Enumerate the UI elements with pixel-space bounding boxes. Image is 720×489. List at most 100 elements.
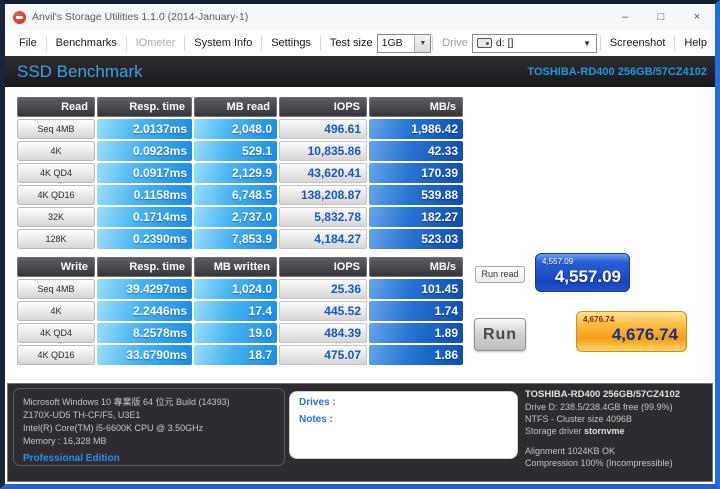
- row-label: 32K: [17, 207, 95, 227]
- system-info-group: Microsoft Windows 10 專業版 64 位元 Build (14…: [13, 388, 285, 466]
- iops-value: 496.61: [279, 119, 367, 139]
- total-score-small: 4,676.74: [583, 315, 615, 324]
- menu-screenshot[interactable]: Screenshot: [602, 37, 674, 49]
- drive-info-block: TOSHIBA-RD400 256GB/57CZ4102 Drive D: 23…: [525, 389, 680, 469]
- main-area: Read Resp. time MB read IOPS MB/s Seq 4M…: [5, 87, 715, 422]
- mbs-header: MB/s: [369, 97, 463, 117]
- mb-read-value: 6,748.5: [194, 185, 277, 205]
- mb-read-value: 2,129.9: [194, 163, 277, 183]
- storage-driver-line: Storage driver stornvme: [525, 425, 680, 437]
- mb-written-value: 1,024.0: [194, 279, 277, 299]
- mbs-value: 170.39: [369, 163, 463, 183]
- row-label: 4K QD16: [17, 185, 95, 205]
- device-name: TOSHIBA-RD400 256GB/57CZ4102: [527, 65, 707, 78]
- resp-time-value: 0.0923ms: [97, 141, 192, 161]
- compression-line: Compression 100% (Incompressible): [525, 458, 673, 468]
- board-line: Z170X-UD5 TH-CF/F5, U3E1: [23, 410, 141, 420]
- run-button[interactable]: Run: [474, 318, 526, 351]
- row-label: 4K: [17, 141, 95, 161]
- row-label: 4K QD4: [17, 163, 95, 183]
- resp-time-value: 0.0917ms: [97, 163, 192, 183]
- menu-help[interactable]: Help: [676, 37, 715, 49]
- menu-separator: [261, 35, 263, 51]
- footer-panel: Microsoft Windows 10 專業版 64 位元 Build (14…: [7, 383, 713, 482]
- run-read-button[interactable]: Run read: [475, 266, 525, 283]
- menu-separator: [599, 35, 601, 51]
- menu-settings[interactable]: Settings: [263, 37, 319, 49]
- iops-header: IOPS: [279, 257, 367, 277]
- resp-time-value: 8.2578ms: [97, 323, 192, 343]
- chevron-down-icon: ▼: [583, 38, 591, 48]
- drive-value: d: []: [495, 37, 514, 49]
- menu-separator: [319, 35, 321, 51]
- maximize-button[interactable]: □: [643, 4, 679, 30]
- read-header-cell: Read: [17, 97, 95, 117]
- drive-capacity-line: Drive D: 238.5/238.4GB free (99.9%): [525, 402, 673, 412]
- app-icon: [13, 10, 26, 24]
- row-label: Seq 4MB: [17, 279, 95, 299]
- mbs-value: 1,986.42: [369, 119, 463, 139]
- minimize-button[interactable]: –: [607, 4, 643, 30]
- mb-read-value: 529.1: [194, 141, 277, 161]
- mb-written-value: 19.0: [194, 323, 277, 343]
- read-score-small: 4,557.09: [542, 257, 574, 266]
- resp-time-value: 0.1714ms: [97, 207, 192, 227]
- menu-separator: [45, 35, 47, 51]
- iops-value: 138,208.87: [279, 185, 367, 205]
- drive-info-title: TOSHIBA-RD400 256GB/57CZ4102: [525, 389, 681, 400]
- iops-value: 5,832.78: [279, 207, 367, 227]
- storage-driver-value: stornvme: [584, 426, 625, 436]
- window-title: Anvil's Storage Utilities 1.1.0 (2014-Ja…: [32, 11, 249, 23]
- notes-label: Notes :: [299, 414, 333, 425]
- mbs-value: 42.33: [369, 141, 463, 161]
- mb-read-value: 2,048.0: [194, 119, 277, 139]
- app-window: Anvil's Storage Utilities 1.1.0 (2014-Ja…: [0, 0, 720, 489]
- menu-separator: [125, 35, 127, 51]
- filesystem-line: NTFS - Cluster size 4096B: [525, 414, 633, 424]
- menu-separator: [674, 35, 676, 51]
- write-table: Write Resp. time MB written IOPS MB/s Se…: [17, 257, 463, 365]
- menu-benchmarks[interactable]: Benchmarks: [48, 37, 125, 49]
- drive-select[interactable]: d: [] ▼: [471, 33, 597, 53]
- title-bar: Anvil's Storage Utilities 1.1.0 (2014-Ja…: [5, 4, 715, 30]
- drive-label: Drive: [442, 37, 468, 49]
- resp-time-value: 0.2390ms: [97, 229, 192, 249]
- mbs-value: 1.89: [369, 323, 463, 343]
- iops-value: 445.52: [279, 301, 367, 321]
- mbs-value: 101.45: [369, 279, 463, 299]
- resp-time-value: 2.0137ms: [97, 119, 192, 139]
- iops-value: 25.36: [279, 279, 367, 299]
- drive-icon: [476, 38, 492, 48]
- mb-read-value: 2,737.0: [194, 207, 277, 227]
- iops-value: 475.07: [279, 345, 367, 365]
- read-score: 4,557.09: [554, 267, 621, 286]
- drives-label: Drives :: [299, 397, 336, 408]
- page-title: SSD Benchmark: [17, 61, 143, 81]
- row-label: 4K QD16: [17, 345, 95, 365]
- close-button[interactable]: ×: [679, 4, 715, 30]
- mbs-value: 1.74: [369, 301, 463, 321]
- storage-driver-label: Storage driver: [525, 426, 582, 436]
- menu-bar: File Benchmarks IOmeter System Info Sett…: [5, 30, 715, 56]
- benchmark-banner: SSD Benchmark TOSHIBA-RD400 256GB/57CZ41…: [5, 56, 715, 87]
- resp-time-value: 0.1158ms: [97, 185, 192, 205]
- menu-file[interactable]: File: [11, 37, 45, 49]
- iops-value: 484.39: [279, 323, 367, 343]
- mb-written-value: 18.7: [194, 345, 277, 365]
- resp-time-value: 39.4297ms: [97, 279, 192, 299]
- memory-line: Memory : 16,328 MB: [23, 436, 107, 446]
- menu-separator: [432, 35, 434, 51]
- menu-iometer: IOmeter: [135, 37, 176, 49]
- total-score: 4,676.74: [611, 325, 678, 344]
- chevron-down-icon[interactable]: ▼: [414, 34, 431, 52]
- alignment-line: Alignment 1024KB OK: [525, 446, 616, 456]
- test-size-select[interactable]: 1GB ▼: [376, 33, 432, 53]
- row-label: Seq 4MB: [17, 119, 95, 139]
- mbs-value: 539.88: [369, 185, 463, 205]
- resp-time-value: 2.2446ms: [97, 301, 192, 321]
- mbs-value: 182.27: [369, 207, 463, 227]
- notes-area[interactable]: Drives : Notes :: [289, 391, 518, 459]
- iops-value: 43,620.41: [279, 163, 367, 183]
- menu-system-info[interactable]: System Info: [186, 37, 260, 49]
- menu-separator: [184, 35, 186, 51]
